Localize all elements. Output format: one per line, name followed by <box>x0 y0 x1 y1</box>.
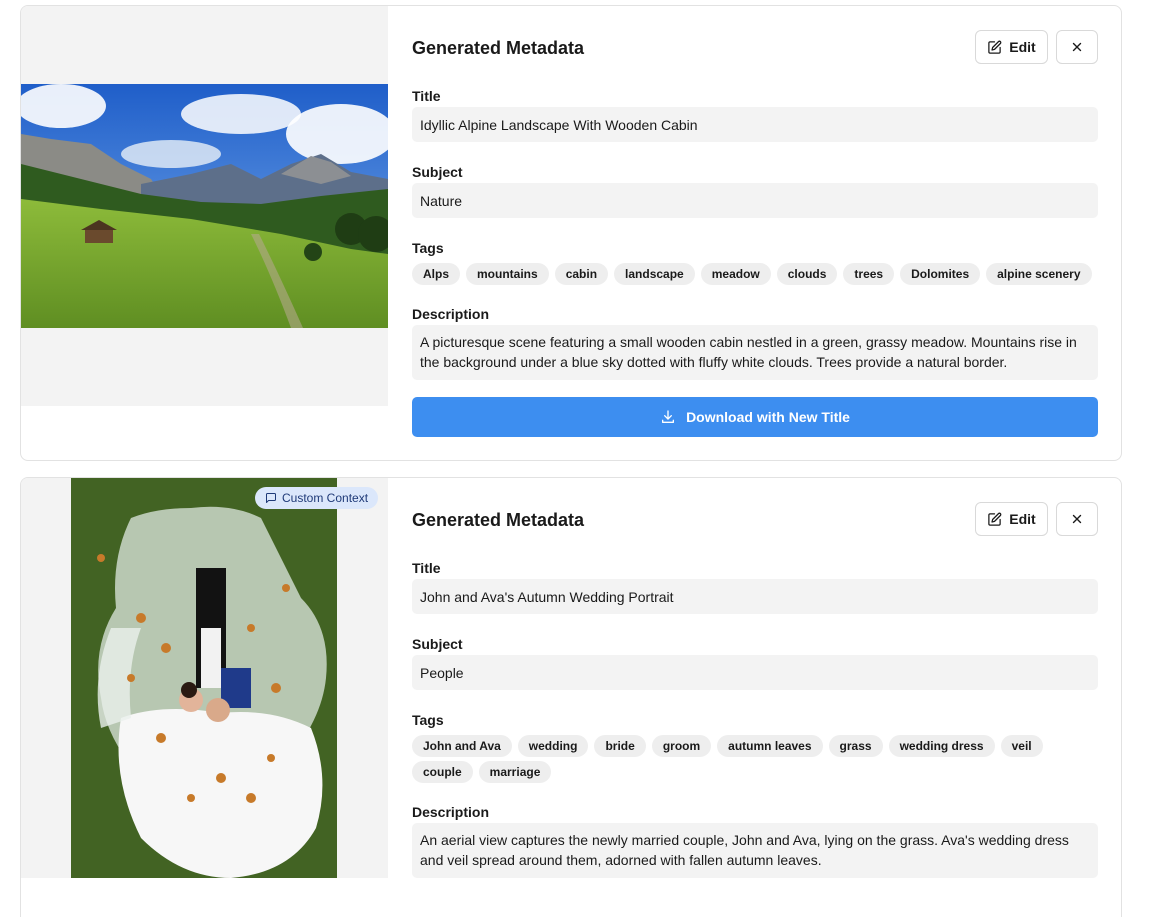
edit-button[interactable]: Edit <box>975 502 1048 536</box>
description-field[interactable]: A picturesque scene featuring a small wo… <box>412 325 1098 380</box>
tag: trees <box>843 263 895 285</box>
tag: Alps <box>412 263 461 285</box>
metadata-heading: Generated Metadata <box>412 38 585 58</box>
description-label: Description <box>412 306 490 322</box>
download-button-label: Download with New Title <box>686 409 850 425</box>
metadata-heading: Generated Metadata <box>412 510 585 530</box>
tag: marriage <box>478 761 552 783</box>
custom-context-badge: Custom Context <box>255 487 379 509</box>
tag: groom <box>651 735 712 757</box>
edit-button-label: Edit <box>1009 39 1036 55</box>
tag: veil <box>1000 735 1043 757</box>
tag: mountains <box>466 263 549 285</box>
close-icon <box>1070 40 1084 54</box>
title-field[interactable]: Idyllic Alpine Landscape With Wooden Cab… <box>412 107 1098 142</box>
tag: autumn leaves <box>717 735 823 757</box>
message-square-icon <box>265 492 277 504</box>
tags-label: Tags <box>412 712 444 728</box>
tags-label: Tags <box>412 240 444 256</box>
download-button[interactable]: Download with New Title <box>412 397 1098 437</box>
subject-field[interactable]: People <box>412 655 1098 690</box>
tag: cabin <box>554 263 609 285</box>
subject-label: Subject <box>412 164 463 180</box>
tag: Dolomites <box>900 263 981 285</box>
download-icon <box>660 409 676 425</box>
edit-button-label: Edit <box>1009 511 1036 527</box>
metadata-card: Custom Context Generated Metadata Edit T… <box>20 477 1122 917</box>
pencil-square-icon <box>987 40 1002 55</box>
metadata-card: Generated Metadata Edit Title Idyllic Al… <box>20 5 1122 461</box>
tag: wedding <box>517 735 589 757</box>
tag: grass <box>828 735 883 757</box>
tag: alpine scenery <box>986 263 1092 285</box>
tag-list: Alps mountains cabin landscape meadow cl… <box>412 263 1098 285</box>
tag: clouds <box>776 263 838 285</box>
edit-button[interactable]: Edit <box>975 30 1048 64</box>
image-preview-panel <box>21 6 388 406</box>
description-field[interactable]: An aerial view captures the newly marrie… <box>412 823 1098 878</box>
subject-field[interactable]: Nature <box>412 183 1098 218</box>
tag: meadow <box>700 263 771 285</box>
tag: bride <box>594 735 646 757</box>
tag: couple <box>412 761 473 783</box>
wedding-image <box>21 478 388 878</box>
pencil-square-icon <box>987 512 1002 527</box>
tag: landscape <box>614 263 695 285</box>
description-label: Description <box>412 804 490 820</box>
tag: wedding dress <box>888 735 995 757</box>
title-label: Title <box>412 88 441 104</box>
badge-label: Custom Context <box>282 491 369 505</box>
tag: John and Ava <box>412 735 512 757</box>
close-button[interactable] <box>1056 502 1098 536</box>
title-label: Title <box>412 560 441 576</box>
title-field[interactable]: John and Ava's Autumn Wedding Portrait <box>412 579 1098 614</box>
image-preview-panel: Custom Context <box>21 478 388 878</box>
subject-label: Subject <box>412 636 463 652</box>
landscape-image <box>21 6 388 406</box>
close-button[interactable] <box>1056 30 1098 64</box>
close-icon <box>1070 512 1084 526</box>
tag-list: John and Ava wedding bride groom autumn … <box>412 735 1098 783</box>
